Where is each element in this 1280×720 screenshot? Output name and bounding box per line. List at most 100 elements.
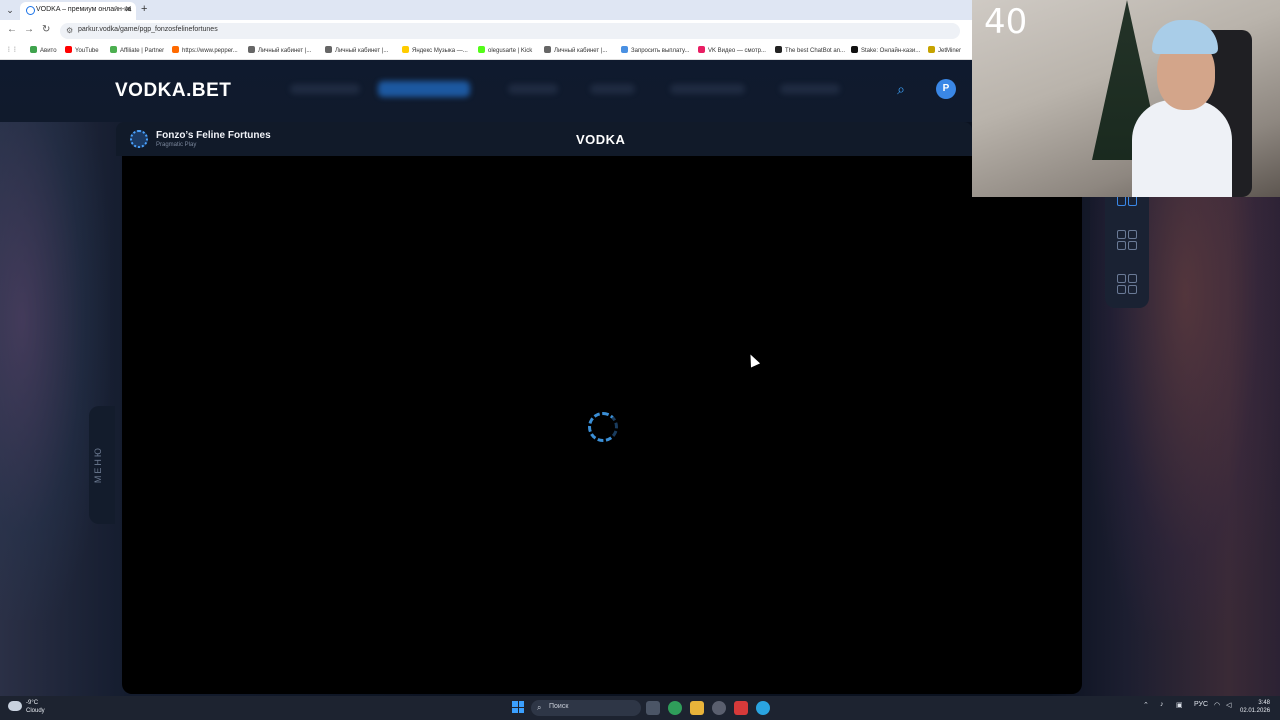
system-clock[interactable]: 3:48 02.01.2026	[1240, 699, 1270, 715]
bookmark-item[interactable]: VK Видео — смотр...	[698, 46, 766, 54]
view-grid-2-icon[interactable]	[1117, 230, 1137, 250]
microphone-icon[interactable]: ♪	[1160, 701, 1164, 708]
bookmark-label: Stake: Онлайн-кази...	[861, 48, 921, 54]
browser-toolbar: ← → ↻ ⚙ parkur.vodka/game/pgp_fonzosfeli…	[0, 20, 972, 42]
bookmark-item[interactable]: Affiliate | Partner	[110, 46, 164, 54]
game-title: Fonzo’s Feline Fortunes	[156, 130, 271, 141]
forward-icon[interactable]: →	[24, 24, 34, 35]
bookmark-item[interactable]: https://www.pepper...	[172, 46, 238, 54]
user-avatar[interactable]: P	[936, 79, 956, 99]
volume-icon[interactable]: ◁	[1226, 701, 1231, 709]
bookmark-label: VK Видео — смотр...	[708, 48, 766, 54]
bookmark-label: olegusarte | Kick	[488, 48, 533, 54]
bookmark-label: Яндекс Музыка —...	[412, 48, 468, 54]
bookmark-label: Личный кабинет |...	[258, 48, 312, 54]
webcam-overlay: 40	[972, 0, 1280, 197]
bookmark-favicon-icon	[851, 46, 858, 53]
bookmark-favicon-icon	[621, 46, 628, 53]
clock-time: 3:48	[1258, 700, 1271, 706]
game-frame-logo: VODKA	[576, 132, 626, 147]
weather-desc: Cloudy	[26, 708, 45, 714]
start-windows-icon[interactable]	[512, 701, 524, 713]
address-bar[interactable]: ⚙ parkur.vodka/game/pgp_fonzosfelinefort…	[60, 23, 960, 39]
taskbar-search[interactable]: ⌕ Поиск	[531, 700, 641, 716]
nav-item[interactable]	[508, 84, 558, 94]
bookmark-favicon-icon	[928, 46, 935, 53]
side-menu-toggle[interactable]: МЕНЮ	[89, 406, 115, 524]
bookmark-item[interactable]: Личный кабинет |...	[248, 46, 311, 54]
tray-app-icon[interactable]: ▣	[1176, 701, 1183, 709]
provider-chip-icon	[130, 130, 148, 148]
bookmark-item[interactable]: Авито	[30, 46, 57, 54]
bookmark-favicon-icon	[478, 46, 485, 53]
bookmark-favicon-icon	[65, 46, 72, 53]
bookmark-item[interactable]: Запросить выплату...	[621, 46, 689, 54]
site-info-icon[interactable]: ⚙	[66, 26, 73, 35]
search-icon: ⌕	[537, 703, 542, 712]
bookmark-item[interactable]: Яндекс Музыка —...	[402, 46, 468, 54]
search-icon[interactable]: ⌕	[890, 78, 912, 100]
bookmark-favicon-icon	[775, 46, 782, 53]
telegram-icon[interactable]	[756, 701, 770, 715]
bookmark-item[interactable]: JetMiner	[928, 46, 961, 54]
nav-item[interactable]	[780, 84, 840, 94]
bookmark-item[interactable]: Личный кабинет |...	[325, 46, 388, 54]
bookmark-item[interactable]: Личный кабинет |...	[544, 46, 607, 54]
streamer-jersey	[1132, 100, 1232, 197]
chrome-icon[interactable]	[668, 701, 682, 715]
bookmark-item[interactable]: The best ChatBot an...	[775, 46, 845, 54]
language-indicator[interactable]: РУС	[1194, 701, 1208, 708]
site-logo[interactable]: VODKA.BET	[115, 80, 231, 102]
nav-item[interactable]	[590, 84, 635, 94]
windows-taskbar: -9°C Cloudy ⌕ Поиск ⌃ ♪ ▣ РУС ◠ ◁ 3:48 0…	[0, 696, 1280, 720]
weather-temp: -9°C	[26, 700, 39, 706]
task-view-icon[interactable]	[646, 701, 660, 715]
bookmark-label: Авито	[40, 48, 57, 54]
bookmark-label: Affiliate | Partner	[120, 48, 165, 54]
clock-date: 02.01.2026	[1240, 708, 1271, 714]
file-explorer-icon[interactable]	[690, 701, 704, 715]
reload-icon[interactable]: ↻	[42, 24, 50, 35]
url-text: parkur.vodka/game/pgp_fonzosfelinefortun…	[78, 26, 218, 33]
tab-title: VODKA – премиум онлайн-ка	[36, 6, 132, 13]
tray-chevron-icon[interactable]: ⌃	[1143, 701, 1149, 709]
bookmark-item[interactable]: Stake: Онлайн-кази...	[851, 46, 920, 54]
bookmark-favicon-icon	[248, 46, 255, 53]
view-grid-4-icon[interactable]	[1117, 274, 1137, 294]
nav-item[interactable]	[290, 84, 360, 94]
close-tab-icon[interactable]: ✕	[124, 4, 132, 15]
bookmark-label: Запросить выплату...	[631, 48, 690, 54]
streamer-cap	[1152, 20, 1218, 54]
cloud-icon[interactable]	[8, 701, 22, 711]
bookmark-item[interactable]: olegusarte | Kick	[478, 46, 532, 54]
bookmarks-bar: ⋮⋮ Авито YouTube Affiliate | Partner https:…	[0, 42, 972, 60]
red-app-icon[interactable]	[734, 701, 748, 715]
bookmark-favicon-icon	[402, 46, 409, 53]
browser-tab-active[interactable]: VODKA – премиум онлайн-ка ✕	[20, 2, 136, 20]
left-background-art	[0, 120, 110, 620]
bookmark-label: Личный кабинет |...	[554, 48, 608, 54]
stream-counter: 40	[984, 2, 1028, 42]
settings-gear-icon[interactable]	[712, 701, 726, 715]
tab-search-icon[interactable]: ⌄	[4, 4, 16, 16]
bookmark-label: Личный кабинет |...	[335, 48, 389, 54]
nav-item-active[interactable]	[378, 81, 470, 97]
bookmark-label: The best ChatBot an...	[785, 48, 846, 54]
apps-grid-icon[interactable]: ⋮⋮	[6, 46, 18, 53]
screen: ⌄ VODKA – премиум онлайн-ка ✕ + ← → ↻ ⚙ …	[0, 0, 1280, 720]
weather-widget[interactable]: -9°C Cloudy	[26, 699, 45, 715]
tab-favicon-icon	[26, 6, 35, 15]
bookmark-favicon-icon	[110, 46, 117, 53]
bookmark-favicon-icon	[172, 46, 179, 53]
bookmark-item[interactable]: YouTube	[65, 46, 99, 54]
back-icon[interactable]: ←	[7, 24, 17, 35]
bookmark-label: JetMiner	[938, 48, 962, 54]
nav-item[interactable]	[670, 84, 745, 94]
bookmark-favicon-icon	[30, 46, 37, 53]
wifi-icon[interactable]: ◠	[1214, 701, 1220, 709]
new-tab-icon[interactable]: +	[141, 3, 147, 15]
side-menu-label: МЕНЮ	[93, 446, 103, 484]
game-provider: Pragmatic Play	[156, 142, 197, 148]
bookmark-favicon-icon	[325, 46, 332, 53]
bookmark-label: https://www.pepper...	[182, 48, 238, 54]
